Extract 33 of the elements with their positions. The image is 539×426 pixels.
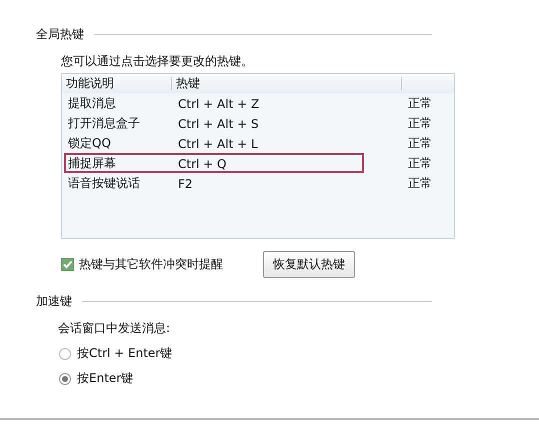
radio-button[interactable] bbox=[59, 372, 71, 384]
table-row[interactable]: 打开消息盒子 Ctrl + Alt + S bbox=[64, 113, 364, 133]
column-header[interactable]: 功能说明 bbox=[62, 77, 172, 90]
table-row[interactable]: 语音按键说话 F2 bbox=[64, 173, 364, 193]
hotkey-cell-text: Ctrl + Alt + S bbox=[177, 116, 260, 130]
hotkey-cell-text: Ctrl + Alt + L bbox=[177, 136, 259, 150]
column-header[interactable]: 热键 bbox=[172, 77, 402, 90]
function-cell-text: 提取消息 bbox=[67, 95, 117, 112]
hotkey-cell-text: F2 bbox=[177, 176, 194, 190]
function-cell-text: 捕捉屏幕 bbox=[67, 155, 117, 172]
radio-button[interactable] bbox=[59, 348, 71, 360]
function-cell-text: 语音按键说话 bbox=[67, 175, 141, 192]
status-cell: 正常 bbox=[408, 94, 432, 112]
table-row[interactable]: 锁定QQ Ctrl + Alt + L bbox=[64, 133, 364, 153]
checkbox-label: 热键与其它软件冲突时提醒 bbox=[79, 256, 223, 273]
table-row[interactable]: 提取消息 Ctrl + Alt + Z bbox=[64, 93, 364, 113]
status-cell: 正常 bbox=[408, 114, 432, 132]
prompt-text: 会话窗口中发送消息: bbox=[58, 320, 172, 337]
status-cell: 正常 bbox=[408, 154, 432, 172]
radio-label: 按Enter键 bbox=[77, 370, 134, 387]
section-title: 全局热键 bbox=[36, 26, 84, 43]
hotkey-cell-text: Ctrl + Alt + Z bbox=[177, 96, 260, 110]
restore-defaults-button[interactable]: 恢复默认热键 bbox=[263, 251, 355, 278]
section-title: 加速键 bbox=[36, 293, 72, 310]
function-cell-text: 锁定QQ bbox=[67, 135, 112, 152]
status-cell: 正常 bbox=[408, 174, 432, 192]
hotkey-cell-text: Ctrl + Q bbox=[177, 156, 228, 170]
highlighted-row[interactable]: 捕捉屏幕 Ctrl + Q bbox=[64, 153, 364, 173]
checkbox[interactable] bbox=[61, 258, 74, 271]
status-cell: 正常 bbox=[408, 134, 432, 152]
hint-text: 您可以通过点击选择要更改的热键。 bbox=[61, 53, 254, 70]
radio-label: 按Ctrl + Enter键 bbox=[77, 345, 172, 362]
function-cell-text: 打开消息盒子 bbox=[67, 115, 141, 132]
